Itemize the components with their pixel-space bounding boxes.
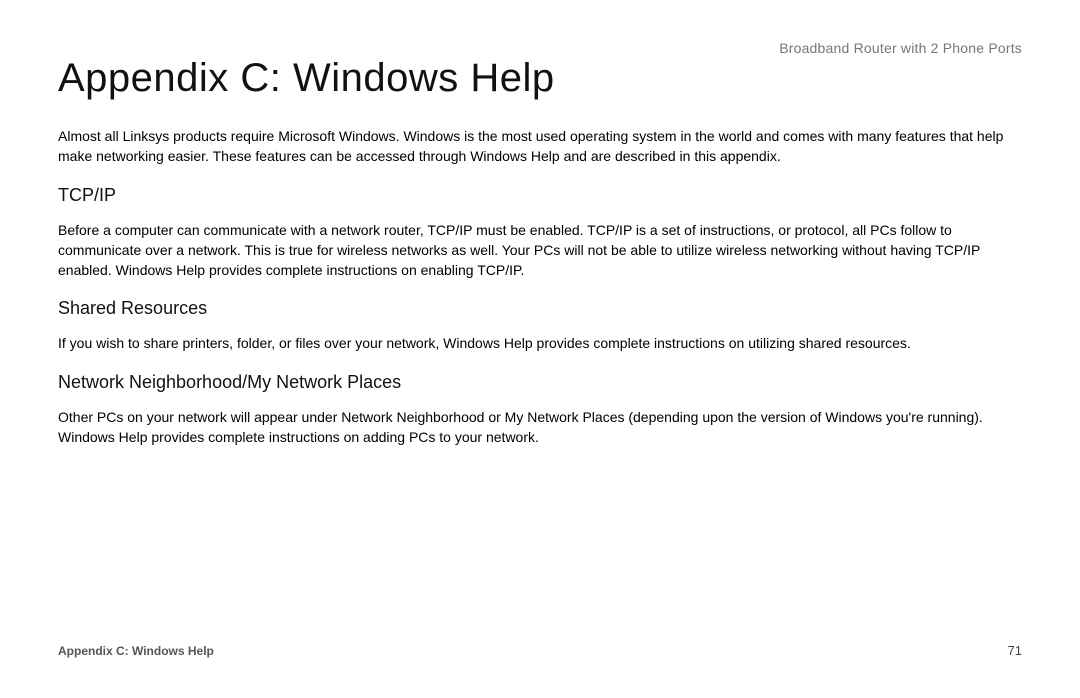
network-neighborhood-paragraph: Other PCs on your network will appear un… [58,407,1022,448]
network-neighborhood-heading: Network Neighborhood/My Network Places [58,372,1022,393]
footer-section-label: Appendix C: Windows Help [58,644,214,658]
tcpip-heading: TCP/IP [58,185,1022,206]
footer-page-number: 71 [1008,643,1022,658]
intro-paragraph: Almost all Linksys products require Micr… [58,126,1022,167]
tcpip-paragraph: Before a computer can communicate with a… [58,220,1022,281]
document-page: Broadband Router with 2 Phone Ports Appe… [0,0,1080,698]
header-product-name: Broadband Router with 2 Phone Ports [779,40,1022,56]
shared-resources-paragraph: If you wish to share printers, folder, o… [58,333,1022,353]
page-title: Appendix C: Windows Help [58,56,555,101]
body-content: Almost all Linksys products require Micr… [58,126,1022,465]
shared-resources-heading: Shared Resources [58,298,1022,319]
